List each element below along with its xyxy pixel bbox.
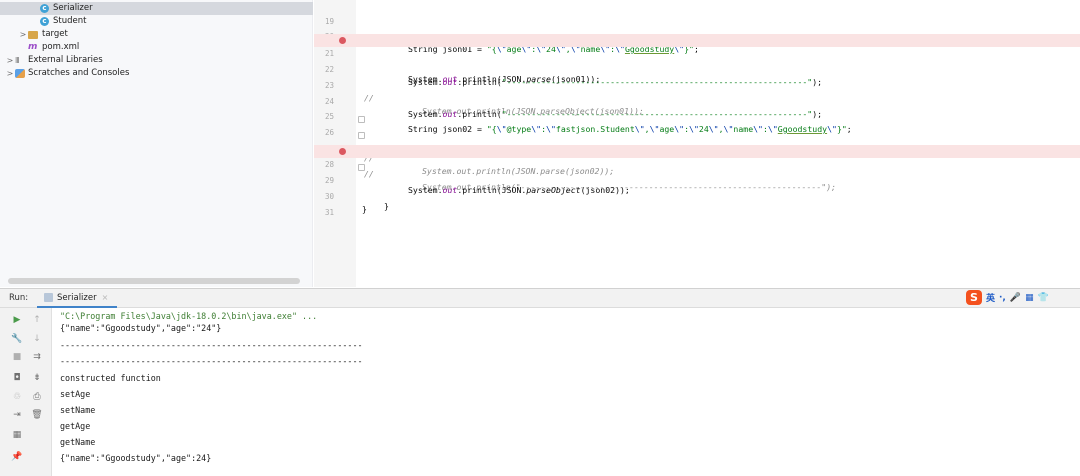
camera-icon[interactable]: ◘ bbox=[10, 371, 24, 385]
tree-item-label: target bbox=[42, 29, 68, 39]
run-tab-label: Serializer bbox=[57, 292, 97, 303]
folder-icon bbox=[28, 30, 38, 39]
code-line: 22 System.out.println("-----------------… bbox=[314, 50, 1080, 87]
fold-icon[interactable] bbox=[358, 164, 365, 171]
breakpoint-icon[interactable] bbox=[339, 148, 346, 155]
sogou-logo-icon[interactable]: S bbox=[966, 290, 982, 305]
microphone-icon[interactable]: 🎤 bbox=[1010, 293, 1021, 303]
close-icon[interactable]: × bbox=[102, 293, 109, 302]
run-label: Run: bbox=[9, 293, 29, 303]
code-line: 31 bbox=[314, 193, 1080, 217]
tree-item-label: Serializer bbox=[53, 3, 93, 13]
tree-item-pom[interactable]: m pom.xml bbox=[0, 41, 79, 54]
console-line: ----------------------------------------… bbox=[60, 356, 363, 366]
tree-item-label: Student bbox=[53, 16, 87, 26]
run-tool-header: Run: Serializer × bbox=[0, 288, 1080, 308]
console-line: {"name":"Ggoodstudy","age":"24"} bbox=[60, 323, 222, 333]
tree-item-student[interactable]: c Student bbox=[0, 15, 86, 28]
console-line: ----------------------------------------… bbox=[60, 340, 363, 350]
pin-icon[interactable]: 📌 bbox=[10, 450, 24, 464]
console-line: constructed function bbox=[60, 373, 161, 383]
code-line-commented: 26 // System.out.println(JSON.parse(json… bbox=[314, 113, 1080, 176]
scroll-up-icon[interactable]: ↑ bbox=[30, 313, 44, 327]
horizontal-scrollbar[interactable] bbox=[8, 278, 300, 284]
console-line: setName bbox=[60, 405, 96, 415]
console-line: {"name":"Ggoodstudy","age":24} bbox=[60, 453, 212, 463]
console-output[interactable]: "C:\Program Files\Java\jdk-18.0.2\bin\ja… bbox=[53, 308, 1080, 476]
print-icon[interactable]: ⎙ bbox=[30, 390, 44, 404]
fold-icon[interactable] bbox=[358, 132, 365, 139]
keyboard-icon[interactable]: ▦ bbox=[1025, 293, 1034, 303]
code-line: 30 } bbox=[314, 177, 1080, 214]
code-line-commented: 23 // System.out.println(JSON.parseObjec… bbox=[314, 66, 1080, 116]
code-line: 25 String json02 = "{\"@type\":\"fastjso… bbox=[314, 97, 1080, 134]
console-line: getAge bbox=[60, 421, 91, 431]
code-line: 20 String json01 = "{\"age\":\"24\",\"na… bbox=[314, 17, 1080, 54]
ime-toolbar[interactable]: S 英 ·, 🎤 ▦ 👕 bbox=[966, 290, 1049, 305]
fold-icon[interactable] bbox=[358, 116, 365, 123]
restore-layout-icon[interactable]: ♲ bbox=[10, 390, 24, 404]
tree-item-scratches[interactable]: > Scratches and Consoles bbox=[0, 67, 129, 80]
code-line: 29 } bbox=[314, 161, 1080, 211]
expand-arrow-icon[interactable]: > bbox=[5, 54, 15, 67]
code-line: 19 bbox=[314, 2, 1080, 26]
skin-icon[interactable]: 👕 bbox=[1038, 293, 1049, 303]
ime-language-toggle[interactable]: 英 bbox=[986, 291, 995, 304]
run-config-icon bbox=[44, 293, 53, 302]
scroll-down-icon[interactable]: ↓ bbox=[30, 332, 44, 346]
stop-icon[interactable]: ■ bbox=[10, 350, 24, 364]
rerun-icon[interactable]: ▶ bbox=[10, 313, 24, 327]
run-tab-serializer[interactable]: Serializer × bbox=[37, 289, 117, 308]
expand-arrow-icon[interactable]: > bbox=[18, 28, 28, 41]
project-tree: c Serializer c Student > target m pom.xm… bbox=[0, 0, 313, 287]
expand-arrow-icon[interactable]: > bbox=[5, 67, 15, 80]
code-line-commented: 27 // System.out.println("--------------… bbox=[314, 129, 1080, 192]
ime-punctuation-icon[interactable]: ·, bbox=[999, 293, 1006, 303]
tree-item-serializer[interactable]: c Serializer bbox=[0, 2, 313, 15]
code-line: 24 System.out.println("-----------------… bbox=[314, 82, 1080, 119]
library-icon: lll bbox=[15, 56, 20, 65]
layout-icon[interactable]: ▦ bbox=[10, 428, 24, 442]
console-line: setAge bbox=[60, 389, 91, 399]
soft-wrap-icon[interactable]: ⇉ bbox=[30, 350, 44, 364]
exit-icon[interactable]: ⇥ bbox=[10, 408, 24, 422]
scroll-to-end-icon[interactable]: ⇟ bbox=[30, 371, 44, 385]
tree-item-target[interactable]: > target bbox=[0, 28, 68, 41]
breakpoint-icon[interactable] bbox=[339, 37, 346, 44]
line-number: 31 bbox=[324, 208, 334, 217]
class-icon: c bbox=[40, 17, 49, 26]
run-toolbar: ▶ ↑ 🔧 ↓ ■ ⇉ ◘ ⇟ ♲ ⎙ ⇥ 🗑 ▦ 📌 bbox=[0, 308, 52, 476]
console-line: getName bbox=[60, 437, 96, 447]
tree-item-label: External Libraries bbox=[28, 55, 103, 65]
scratch-icon bbox=[15, 69, 25, 78]
tree-item-label: pom.xml bbox=[42, 42, 80, 52]
code-line-breakpoint: 28 System.out.println(JSON.parseObject(j… bbox=[314, 145, 1080, 195]
maven-icon: m bbox=[28, 42, 38, 52]
clear-all-icon[interactable]: 🗑 bbox=[30, 408, 44, 422]
code-line-breakpoint: 21 System.out.println(JSON.parse(json01)… bbox=[314, 34, 1080, 84]
wrench-icon[interactable]: 🔧 bbox=[10, 332, 24, 346]
code-editor[interactable]: 19 20 String json01 = "{\"age\":\"24\",\… bbox=[314, 0, 1080, 287]
tree-item-label: Scratches and Consoles bbox=[28, 68, 130, 78]
tree-item-external-libraries[interactable]: > lll External Libraries bbox=[0, 54, 103, 67]
class-icon: c bbox=[40, 4, 49, 13]
